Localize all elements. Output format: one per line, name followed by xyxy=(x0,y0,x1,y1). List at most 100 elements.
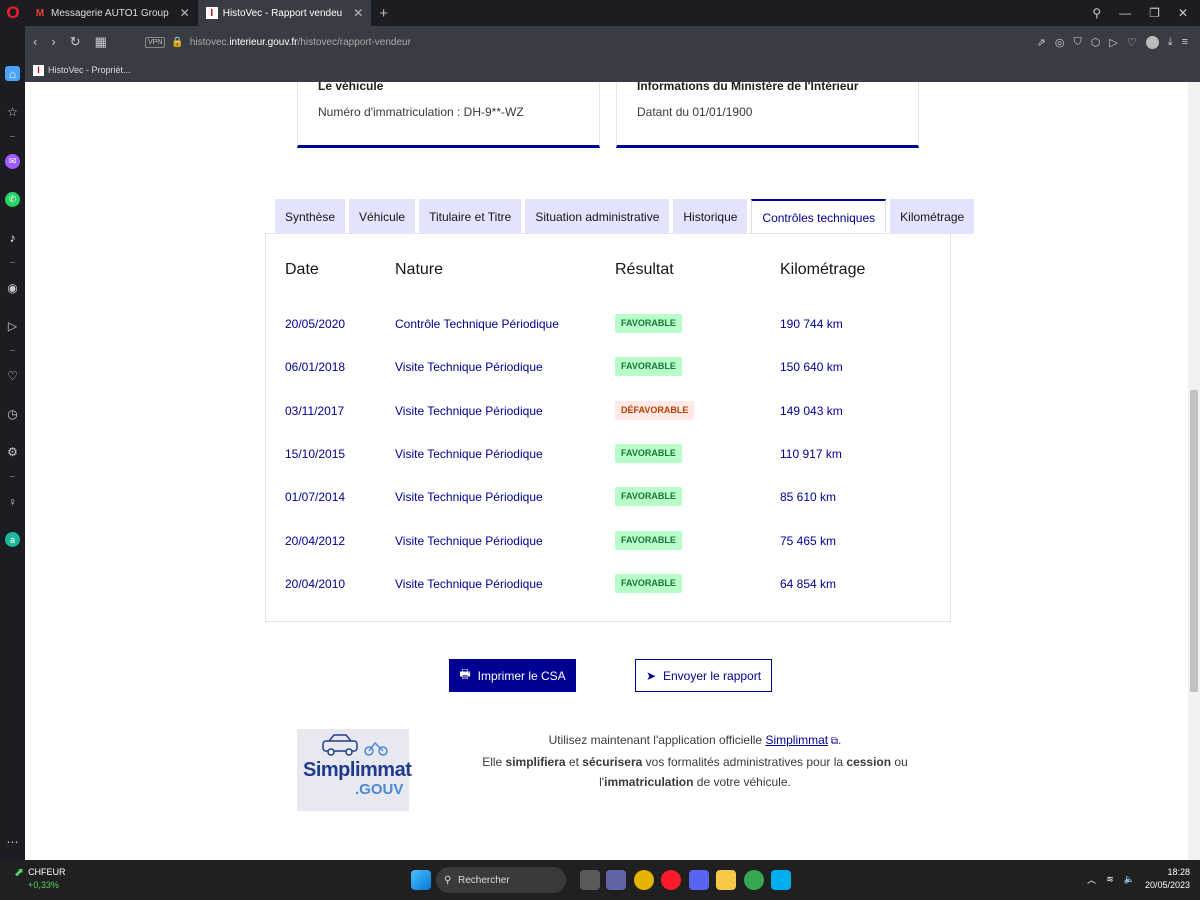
clock[interactable]: 18:28 20/05/2023 xyxy=(1145,866,1190,892)
stock-widget[interactable]: ⬈ CHFEUR +0,33% xyxy=(14,866,66,892)
car-icon xyxy=(322,734,388,756)
player-icon[interactable]: ▷ xyxy=(1109,36,1117,49)
card-title: Le véhicule xyxy=(318,82,384,93)
header-result: Résultat xyxy=(615,261,674,278)
tabs-grid-icon[interactable]: ▦ xyxy=(95,34,107,50)
new-tab-button[interactable]: + xyxy=(371,5,396,22)
reload-icon[interactable]: ↻ xyxy=(70,34,81,50)
discord-icon[interactable] xyxy=(689,870,709,890)
wifi-icon[interactable]: ≋ xyxy=(1106,874,1114,885)
settings-icon[interactable]: ⚙ xyxy=(5,444,20,459)
forward-icon[interactable]: › xyxy=(51,34,55,50)
teams-icon[interactable] xyxy=(606,870,626,890)
player-icon[interactable]: ◉ xyxy=(5,280,20,295)
promo-line-2: Elle simplifiera et sécurisera vos forma… xyxy=(482,755,908,789)
chevron-up-icon[interactable]: ︿ xyxy=(1087,873,1096,886)
tab-controles-techniques[interactable]: Contrôles techniques xyxy=(751,199,887,235)
snapshot-icon[interactable]: ◎ xyxy=(1055,36,1065,49)
row-mileage: 149 043 km xyxy=(780,404,843,418)
file-explorer-icon[interactable] xyxy=(716,870,736,890)
extensions-icon[interactable]: ⬡ xyxy=(1091,36,1101,49)
app-icon[interactable] xyxy=(580,870,600,890)
avatar[interactable] xyxy=(1145,35,1159,49)
row-nature: Visite Technique Périodique xyxy=(395,447,543,461)
tab-situation-administrative[interactable]: Situation administrative xyxy=(525,199,670,234)
simplimmat-logo[interactable]: Simplimmat .GOUV xyxy=(297,729,412,811)
back-icon[interactable]: ‹ xyxy=(33,34,37,50)
lightbulb-icon[interactable]: ♀ xyxy=(5,494,20,509)
tab-vehicule[interactable]: Véhicule xyxy=(349,199,416,234)
home-icon[interactable]: ⌂ xyxy=(5,66,20,81)
send-report-button[interactable]: ➤ Envoyer le rapport xyxy=(635,659,772,692)
header-mileage: Kilométrage xyxy=(780,261,866,278)
tiktok-icon[interactable]: ♪ xyxy=(5,230,20,245)
row-nature: Visite Technique Périodique xyxy=(395,360,543,374)
scroll-thumb[interactable] xyxy=(1190,390,1198,692)
opera-icon[interactable] xyxy=(661,870,681,890)
close-window-button[interactable]: ✕ xyxy=(1178,6,1188,20)
stock-change: +0,33% xyxy=(28,880,59,890)
skype-icon[interactable] xyxy=(771,870,791,890)
row-nature: Visite Technique Périodique xyxy=(395,577,543,591)
vpn-badge[interactable]: VPN xyxy=(145,36,166,48)
print-csa-button[interactable]: 🖶 Imprimer le CSA xyxy=(449,659,576,692)
tab-historique[interactable]: Historique xyxy=(673,199,748,234)
messenger-icon[interactable]: ✉ xyxy=(5,154,20,169)
tab-synthese[interactable]: Synthèse xyxy=(275,199,346,234)
address-bar-icons: ⇗ ◎ ⛉ ⬡ ▷ ♡ ⤓ ≡ xyxy=(1037,26,1188,58)
registration-number: Numéro d'immatriculation : DH-9**-WZ xyxy=(318,105,524,119)
chrome-icon[interactable] xyxy=(634,870,654,890)
row-mileage: 64 854 km xyxy=(780,577,837,591)
lock-icon: 🔒 xyxy=(171,36,184,48)
promo-line-1: Utilisez maintenant l'application offici… xyxy=(548,733,842,747)
chrome-icon[interactable] xyxy=(744,870,764,890)
tab-titulaire[interactable]: Titulaire et Titre xyxy=(419,199,522,234)
close-icon[interactable]: ✕ xyxy=(353,6,363,20)
row-mileage: 110 917 km xyxy=(780,447,842,461)
heart-icon[interactable]: ♡ xyxy=(1127,36,1137,49)
more-icon[interactable]: ⋯ xyxy=(5,834,20,849)
share-icon[interactable]: ⇗ xyxy=(1037,36,1046,49)
send-icon[interactable]: ▷ xyxy=(5,318,20,333)
taskbar-search[interactable]: ⚲ Rechercher xyxy=(436,867,566,893)
row-date: 15/10/2015 xyxy=(285,447,346,461)
aria-icon[interactable]: a xyxy=(5,532,20,547)
row-date: 01/07/2014 xyxy=(285,490,346,504)
tab-kilometrage[interactable]: Kilométrage xyxy=(890,199,975,234)
tab-histovec[interactable]: I HistoVec - Rapport vendeu ✕ xyxy=(197,0,372,26)
page-scrollbar[interactable] xyxy=(1188,82,1200,860)
windows-start-icon[interactable] xyxy=(411,870,431,890)
search-icon[interactable]: ⚲ xyxy=(1092,6,1101,20)
table-row: 20/04/2010 Visite Technique Périodique F… xyxy=(266,574,950,594)
bookmark-histovec[interactable]: HistoVec - Propriét... xyxy=(48,65,131,75)
table-row: 20/05/2020 Contrôle Technique Périodique… xyxy=(266,314,950,334)
url-field[interactable]: histovec.interieur.gouv.fr/histovec/rapp… xyxy=(190,37,411,48)
search-icon: ⚲ xyxy=(444,874,452,886)
download-icon[interactable]: ⤓ xyxy=(1168,36,1173,49)
logo-text: Simplimmat xyxy=(303,759,412,781)
tab-gmail[interactable]: M Messagerie AUTO1 Group ✕ xyxy=(26,0,198,26)
result-badge: DÉFAVORABLE xyxy=(615,401,695,420)
minimize-button[interactable]: — xyxy=(1119,6,1131,20)
heart-icon[interactable]: ♡ xyxy=(5,368,20,383)
search-label: Rechercher xyxy=(458,874,510,886)
ministry-card: Informations du Ministère de l'Intérieur… xyxy=(616,82,919,148)
opera-logo-icon[interactable]: O xyxy=(0,0,26,26)
result-badge: FAVORABLE xyxy=(615,574,682,593)
row-nature: Visite Technique Périodique xyxy=(395,404,543,418)
external-link-icon: ⧉ xyxy=(828,736,839,747)
whatsapp-icon[interactable]: ✆ xyxy=(5,192,20,207)
table-row: 03/11/2017 Visite Technique Périodique D… xyxy=(266,401,950,421)
simplimmat-link[interactable]: Simplimmat xyxy=(765,733,828,747)
star-icon[interactable]: ☆ xyxy=(5,104,20,119)
speaker-icon[interactable]: 🔈 xyxy=(1124,874,1135,885)
close-icon[interactable]: ✕ xyxy=(180,6,190,20)
restore-button[interactable]: ❐ xyxy=(1149,6,1160,20)
row-mileage: 85 610 km xyxy=(780,490,837,504)
vehicle-card: Le véhicule Numéro d'immatriculation : D… xyxy=(297,82,600,148)
row-date: 20/04/2010 xyxy=(285,577,346,591)
history-icon[interactable]: ◷ xyxy=(5,406,20,421)
shield-icon[interactable]: ⛉ xyxy=(1074,36,1082,49)
stock-name: CHFEUR xyxy=(28,867,66,877)
menu-icon[interactable]: ≡ xyxy=(1182,36,1188,48)
